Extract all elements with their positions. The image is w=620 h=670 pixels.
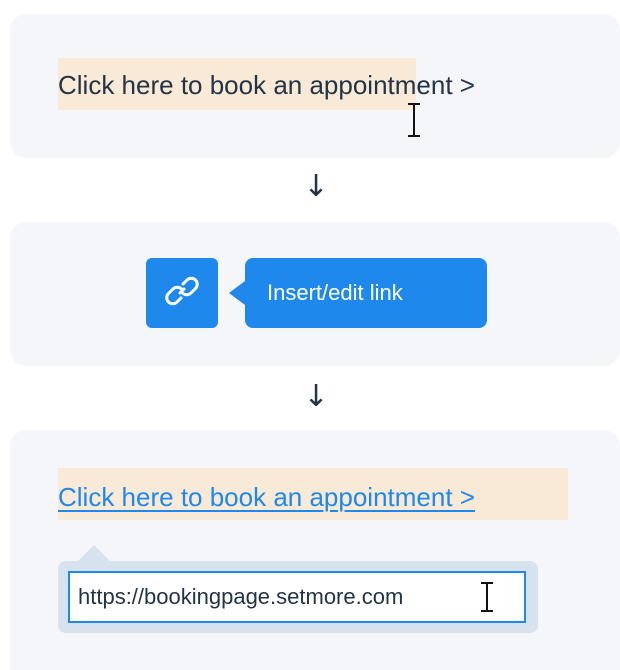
- insert-edit-link-tooltip: Insert/edit link: [245, 258, 487, 328]
- insert-link-button[interactable]: [146, 258, 218, 328]
- down-arrow-icon: ↓: [303, 169, 329, 204]
- url-input[interactable]: https://bookingpage.setmore.com: [68, 571, 526, 623]
- hyperlink-text[interactable]: Click here to book an appointment >: [58, 482, 475, 513]
- step1-link-text[interactable]: Click here to book an appointment >: [58, 70, 475, 101]
- text-cursor-icon: [480, 582, 494, 612]
- tooltip-pointer: [229, 281, 245, 305]
- url-popover-pointer: [78, 545, 110, 561]
- text-cursor-icon: [407, 103, 421, 137]
- link-icon: [162, 271, 202, 316]
- down-arrow-icon: ↓: [303, 379, 329, 414]
